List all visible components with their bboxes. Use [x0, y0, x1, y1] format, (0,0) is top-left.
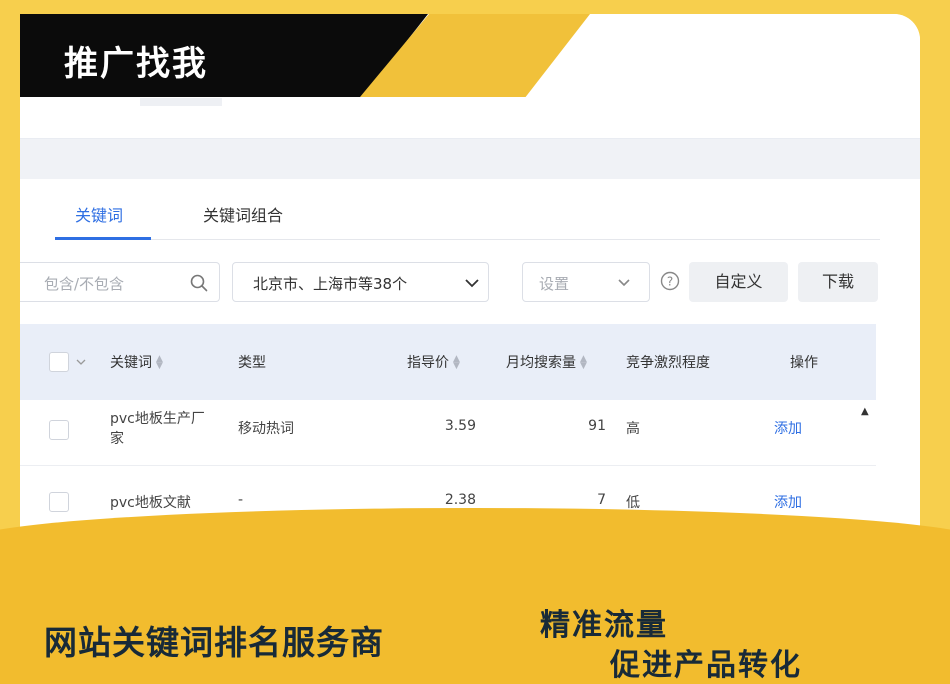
search-icon[interactable] [190, 274, 208, 292]
settings-select[interactable]: 设置 [522, 262, 650, 302]
row-price: 3.59 [444, 418, 476, 434]
row-type: - [238, 492, 244, 508]
app-window: 关键词 关键词组合 包含/不包含 北京市、上海市等38个 设置 ? 自定义 下载… [20, 14, 920, 574]
add-keyword-link[interactable]: 添加 [774, 492, 802, 512]
select-all-checkbox[interactable] [49, 352, 69, 372]
tab-keyword-combos[interactable]: 关键词组合 [203, 202, 283, 226]
row-keyword-line1: pvc地板生产厂 [110, 411, 205, 427]
svg-text:?: ? [667, 275, 673, 289]
row-type: 移动热词 [238, 421, 294, 437]
row-searches: 91 [588, 418, 606, 434]
header-placeholder-block [140, 98, 222, 106]
chevron-down-icon [618, 279, 630, 287]
header-action: 操作 [790, 355, 818, 371]
tab-bar: 关键词 关键词组合 [55, 194, 880, 240]
row-price: 2.38 [444, 492, 476, 508]
chevron-down-icon [465, 279, 479, 288]
settings-select-placeholder: 设置 [539, 275, 570, 293]
keyword-filter-placeholder: 包含/不包含 [44, 275, 125, 293]
section-divider [20, 139, 920, 179]
sort-icon[interactable]: ▲ ▼ [453, 355, 460, 371]
active-tab-indicator [55, 237, 151, 240]
row-keyword-line2: 家 [110, 431, 124, 447]
row-keyword-line1: pvc地板文献 [110, 495, 191, 511]
customize-button[interactable]: 自定义 [689, 262, 788, 302]
slogan-right-line1: 精准流量 [540, 608, 668, 643]
slogan-right-line2: 促进产品转化 [610, 648, 802, 683]
download-button[interactable]: 下载 [798, 262, 878, 302]
header-competition: 竞争激烈程度 [626, 355, 710, 371]
header-monthly-searches[interactable]: 月均搜索量 ▲ ▼ [506, 352, 587, 372]
region-select[interactable]: 北京市、上海市等38个 [232, 262, 489, 302]
scroll-up-icon[interactable]: ▲ [861, 406, 869, 417]
add-keyword-link[interactable]: 添加 [774, 418, 802, 438]
header-price[interactable]: 指导价 ▲ ▼ [407, 352, 460, 372]
row-checkbox[interactable] [49, 420, 69, 440]
tab-keywords[interactable]: 关键词 [75, 202, 123, 226]
table-row: pvc地板生产厂 家 移动热词 3.59 91 高 添加 [20, 400, 876, 466]
table-header: 关键词 ▲ ▼ 类型 指导价 ▲ ▼ 月均搜索量 ▲ ▼ 竞争激烈程度 操作 [20, 324, 876, 400]
row-searches: 7 [597, 492, 606, 508]
header-type: 类型 [238, 355, 266, 371]
chevron-down-icon[interactable] [76, 358, 86, 366]
sort-icon[interactable]: ▲ ▼ [580, 355, 587, 371]
sort-icon[interactable]: ▲ ▼ [156, 355, 163, 371]
help-circle-icon[interactable]: ? [660, 271, 680, 291]
region-select-value: 北京市、上海市等38个 [253, 275, 408, 293]
header-keyword[interactable]: 关键词 ▲ ▼ [110, 352, 163, 372]
row-checkbox[interactable] [49, 492, 69, 512]
keyword-filter-input[interactable]: 包含/不包含 [20, 262, 220, 302]
slogan-main: 网站关键词排名服务商 [44, 623, 384, 662]
row-competition: 高 [626, 421, 640, 437]
footer-curve [0, 508, 950, 578]
banner-title: 推广找我 [64, 44, 208, 84]
